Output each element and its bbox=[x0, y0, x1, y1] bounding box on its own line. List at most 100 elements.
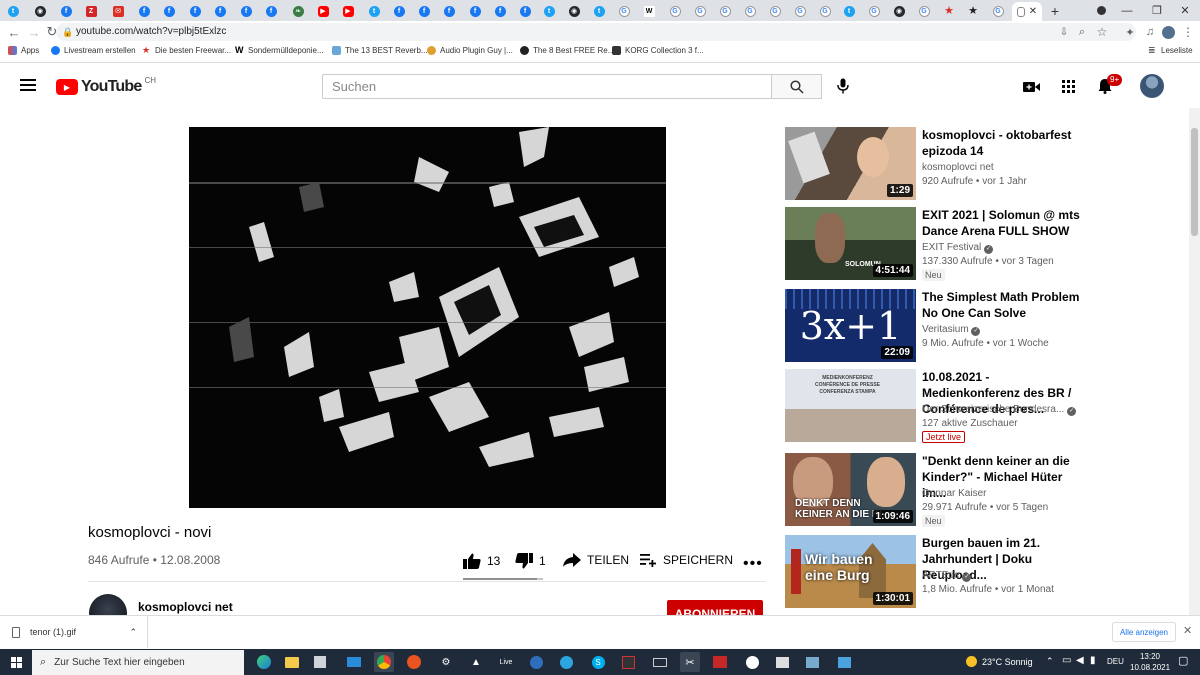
tab-close-icon[interactable]: ✕ bbox=[1029, 6, 1037, 17]
tray-chevron-icon[interactable]: ⌃ bbox=[1046, 656, 1054, 667]
media-icon[interactable]: ♫ bbox=[1142, 24, 1158, 40]
tab-star[interactable]: ★ bbox=[962, 3, 984, 19]
tab-github[interactable]: ◉ bbox=[563, 3, 585, 19]
tab-wikipedia[interactable]: W bbox=[638, 3, 660, 19]
tab-google[interactable]: G bbox=[764, 3, 786, 19]
tab-youtube[interactable]: ▶ bbox=[337, 3, 359, 19]
more-actions-icon[interactable]: ••• bbox=[743, 555, 763, 573]
app-icon[interactable]: ⚙ bbox=[436, 652, 456, 672]
zoom-icon[interactable]: ⌕ bbox=[1074, 24, 1090, 40]
search-button[interactable] bbox=[771, 74, 822, 99]
apps-grid-icon[interactable] bbox=[1062, 80, 1075, 93]
channel-name[interactable]: kosmoplovci net bbox=[138, 600, 233, 614]
app-icon[interactable] bbox=[772, 652, 792, 672]
tab-mail[interactable]: ✉ bbox=[107, 3, 129, 19]
back-arrow-icon[interactable]: ← bbox=[6, 24, 22, 40]
reading-list[interactable]: ≣ Leseliste bbox=[1148, 46, 1193, 56]
tab-zalando[interactable]: Z bbox=[80, 3, 102, 19]
tab-facebook[interactable]: f bbox=[184, 3, 206, 19]
app-icon[interactable] bbox=[834, 652, 854, 672]
chevron-up-icon[interactable]: ⌃ bbox=[129, 627, 137, 638]
weather-widget[interactable]: 23°C Sonnig bbox=[966, 656, 1033, 667]
tab-facebook[interactable]: f bbox=[438, 3, 460, 19]
tab-facebook[interactable]: f bbox=[209, 3, 231, 19]
download-item[interactable]: tenor (1).gif ⌃ bbox=[0, 616, 148, 648]
related-video[interactable]: 3x+1 22:09 The Simplest Math Problem No … bbox=[785, 289, 1085, 364]
search-input[interactable]: Suchen bbox=[322, 74, 772, 99]
bookmark-item[interactable]: The 8 Best FREE Re... bbox=[520, 46, 614, 55]
page-scrollbar[interactable] bbox=[1189, 108, 1200, 615]
youtube-logo[interactable]: ▶ YouTube CH bbox=[56, 76, 156, 96]
share-button[interactable]: TEILEN bbox=[563, 553, 629, 567]
telegram-icon[interactable] bbox=[556, 652, 576, 672]
video-thumbnail[interactable]: SOLOMUN 4:51:44 bbox=[785, 207, 916, 280]
app-icon[interactable] bbox=[802, 652, 822, 672]
video-thumbnail[interactable]: DENKT DENN KEINER AN DIE KI 1:09:46 bbox=[785, 453, 916, 526]
volume-icon[interactable]: ◀ bbox=[1076, 655, 1084, 666]
app-icon[interactable]: ▲ bbox=[466, 652, 486, 672]
bookmark-item[interactable]: Audio Plugin Guy |... bbox=[427, 46, 513, 55]
tab-google[interactable]: G bbox=[714, 3, 736, 19]
store-icon[interactable] bbox=[310, 652, 330, 672]
address-bar[interactable]: 🔒 youtube.com/watch?v=plbj5tExlzc bbox=[56, 23, 1136, 41]
app-icon[interactable] bbox=[618, 652, 638, 672]
tab-twitter[interactable]: t bbox=[588, 3, 610, 19]
related-video[interactable]: SOLOMUN 4:51:44 EXIT 2021 | Solomun @ mt… bbox=[785, 207, 1085, 282]
live-app-icon[interactable]: Live bbox=[496, 652, 516, 672]
chrome-taskbar-icon[interactable] bbox=[374, 652, 394, 672]
app-icon[interactable]: ✂ bbox=[680, 652, 700, 672]
bookmark-item[interactable]: The 13 BEST Reverb... bbox=[332, 46, 428, 55]
windows-start-icon[interactable] bbox=[6, 652, 26, 672]
tab-facebook[interactable]: f bbox=[260, 3, 282, 19]
tab-google[interactable]: G bbox=[814, 3, 836, 19]
tab-google[interactable]: G bbox=[664, 3, 686, 19]
bookmark-item[interactable]: ★ Die besten Freewar... bbox=[142, 46, 231, 56]
dislike-button[interactable]: 1 bbox=[515, 553, 546, 569]
notification-center-icon[interactable]: ▢ bbox=[1178, 654, 1188, 667]
video-thumbnail[interactable]: 3x+1 22:09 bbox=[785, 289, 916, 362]
save-button[interactable]: SPEICHERN bbox=[640, 553, 733, 567]
network-icon[interactable]: ▭ bbox=[1062, 655, 1071, 666]
language-indicator[interactable]: DEU bbox=[1107, 657, 1124, 666]
tab-youtube[interactable]: ▶ bbox=[312, 3, 334, 19]
tab-facebook[interactable]: f bbox=[514, 3, 536, 19]
tab-facebook[interactable]: f bbox=[55, 3, 77, 19]
tab-github[interactable]: ◉ bbox=[29, 3, 51, 19]
tab-active-youtube[interactable]: ✕ bbox=[1012, 2, 1042, 21]
taskbar-search-input[interactable]: ⌕ Zur Suche Text hier eingeben bbox=[32, 650, 244, 675]
show-all-downloads-button[interactable]: Alle anzeigen bbox=[1112, 622, 1176, 642]
tab-google[interactable]: G bbox=[863, 3, 885, 19]
tab-google[interactable]: G bbox=[689, 3, 711, 19]
tab-facebook[interactable]: f bbox=[133, 3, 155, 19]
create-video-icon[interactable] bbox=[1023, 80, 1041, 92]
related-video[interactable]: 1:29 kosmoplovci - oktobarfest epizoda 1… bbox=[785, 127, 1085, 202]
profile-avatar[interactable] bbox=[1160, 24, 1176, 40]
app-icon[interactable] bbox=[710, 652, 730, 672]
tab-google[interactable]: G bbox=[739, 3, 761, 19]
edge-icon[interactable] bbox=[254, 652, 274, 672]
tab-facebook[interactable]: f bbox=[464, 3, 486, 19]
tab-star-red[interactable]: ★ bbox=[938, 3, 960, 19]
tab-facebook[interactable]: f bbox=[158, 3, 180, 19]
tab-google[interactable]: G bbox=[987, 3, 1009, 19]
related-video[interactable]: DENKT DENN KEINER AN DIE KI 1:09:46 "Den… bbox=[785, 453, 1085, 528]
extensions-icon[interactable]: ✦ bbox=[1122, 24, 1138, 40]
minimize-icon[interactable]: — bbox=[1112, 2, 1142, 19]
hamburger-menu-icon[interactable] bbox=[20, 79, 36, 91]
menu-dots-icon[interactable]: ⋮ bbox=[1180, 24, 1196, 40]
tab-facebook[interactable]: f bbox=[489, 3, 511, 19]
restore-icon[interactable]: ❐ bbox=[1142, 2, 1172, 19]
install-icon[interactable]: ⇩ bbox=[1056, 24, 1072, 40]
clock[interactable]: 13:20 10.08.2021 bbox=[1130, 651, 1170, 673]
tab-google[interactable]: G bbox=[613, 3, 635, 19]
app-icon[interactable] bbox=[650, 652, 670, 672]
tab-twitter[interactable]: t bbox=[2, 3, 24, 19]
video-thumbnail[interactable]: 1:29 bbox=[785, 127, 916, 200]
scrollbar-thumb[interactable] bbox=[1191, 128, 1198, 236]
like-button[interactable]: 13 bbox=[463, 553, 500, 569]
tab-facebook[interactable]: f bbox=[413, 3, 435, 19]
tab-github[interactable]: ◉ bbox=[888, 3, 910, 19]
bookmark-star-icon[interactable]: ☆ bbox=[1094, 24, 1110, 40]
ubuntu-icon[interactable] bbox=[404, 652, 424, 672]
tab-green[interactable]: ❧ bbox=[287, 3, 309, 19]
